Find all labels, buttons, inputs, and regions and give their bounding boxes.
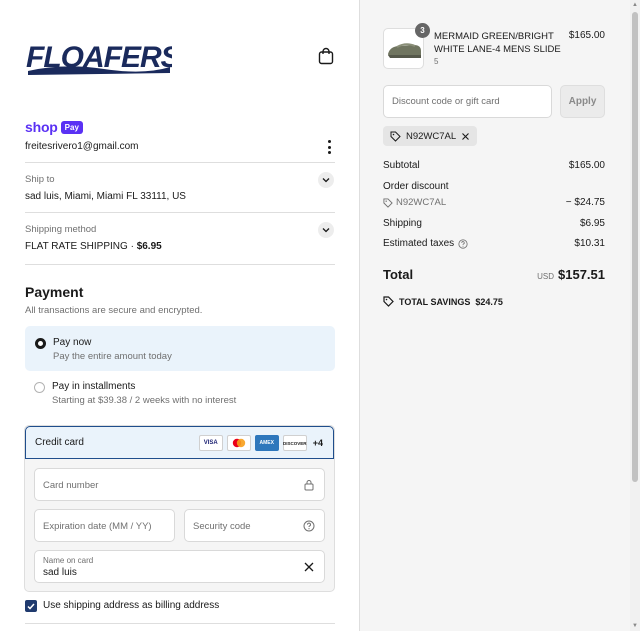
floafers-logo[interactable]: FLOAFERS — [24, 33, 172, 77]
pay-now-radio[interactable] — [35, 338, 46, 349]
expiration-date-field[interactable]: Expiration date (MM / YY) — [34, 509, 175, 542]
applied-discount-chip: N92WC7AL — [383, 126, 478, 146]
total-savings-label: TOTAL SAVINGS — [399, 296, 471, 307]
scrollbar-thumb[interactable] — [632, 12, 638, 482]
tag-icon — [390, 131, 401, 142]
shipping-value: $6.95 — [579, 218, 605, 229]
discount-code-field[interactable] — [383, 85, 552, 118]
payment-subtitle: All transactions are secure and encrypte… — [25, 305, 203, 316]
total-row: Total USD $157.51 — [383, 266, 605, 284]
pay-installments-option[interactable]: Pay in installments Starting at $39.38 /… — [25, 371, 335, 416]
discount-code-info: N92WC7AL — [383, 197, 446, 208]
more-options-icon[interactable] — [326, 140, 332, 154]
credit-card-label: Credit card — [35, 437, 84, 448]
pay-now-option[interactable]: Pay now Pay the entire amount today — [25, 326, 335, 371]
shop-pay-pay-label: Pay — [60, 120, 83, 134]
pay-installments-title: Pay in installments — [52, 381, 136, 392]
pay-installments-subtitle: Starting at $39.38 / 2 weeks with no int… — [52, 395, 237, 406]
total-label: Total — [383, 267, 414, 282]
billing-address-checkbox[interactable] — [25, 600, 37, 612]
more-card-brands: +4 — [312, 438, 323, 448]
checkout-main: FLOAFERS shop Pay freitesrivero1@gmail.c… — [0, 0, 359, 631]
page-scrollbar[interactable]: ▲ ▼ — [630, 0, 640, 631]
subtotal-value: $165.00 — [568, 160, 605, 171]
taxes-label-wrap: Estimated taxes — [383, 238, 468, 249]
tag-icon — [383, 296, 394, 307]
pay-now-subtitle: Pay the entire amount today — [53, 351, 172, 362]
divider — [25, 212, 335, 213]
ship-to-value: sad luis, Miami, Miami FL 33111, US — [25, 191, 186, 202]
divider — [25, 162, 335, 163]
discount-code-input[interactable] — [384, 86, 551, 117]
discount-code-name: N92WC7AL — [396, 197, 447, 208]
product-name: MERMAID GREEN/BRIGHT WHITE LANE-4 MENS S… — [434, 31, 561, 55]
shop-pay-shop-label: shop — [25, 119, 58, 135]
applied-discount-code: N92WC7AL — [406, 130, 457, 142]
amex-icon: AMEX — [254, 435, 279, 451]
product-variant: 5 — [434, 57, 439, 66]
pay-now-title: Pay now — [53, 337, 92, 348]
card-number-placeholder: Card number — [43, 480, 99, 491]
payment-title: Payment — [25, 284, 84, 300]
ship-to-chevron-down-icon[interactable] — [318, 172, 334, 188]
clear-close-icon[interactable] — [303, 561, 315, 573]
taxes-label: Estimated taxes — [383, 238, 455, 249]
name-on-card-label: Name on card — [43, 556, 94, 565]
visa-icon: VISA — [198, 435, 223, 451]
security-code-field[interactable]: Security code — [184, 509, 325, 542]
help-circle-icon[interactable] — [303, 520, 315, 532]
credit-card-header[interactable]: Credit card VISA AMEX DISCOVER +4 — [25, 426, 334, 459]
security-code-placeholder: Security code — [193, 521, 251, 532]
total-value: $157.51 — [558, 267, 605, 282]
ship-to-label: Ship to — [25, 174, 55, 185]
discover-icon: DISCOVER — [282, 435, 307, 451]
taxes-value: $10.31 — [574, 238, 605, 249]
card-number-field[interactable]: Card number — [34, 468, 325, 501]
lock-icon — [304, 480, 314, 491]
subtotal-label: Subtotal — [383, 160, 420, 171]
scroll-up-icon[interactable]: ▲ — [632, 2, 638, 8]
total-savings-value: $24.75 — [475, 296, 503, 307]
tag-icon — [383, 197, 393, 208]
shipping-method-price: $6.95 — [136, 241, 162, 252]
product-price: $165.00 — [568, 30, 605, 41]
shop-pay-badge: shop Pay — [25, 119, 83, 135]
credit-card-section: Credit card VISA AMEX DISCOVER +4 Card n… — [24, 425, 335, 592]
pay-installments-radio[interactable] — [34, 382, 45, 393]
apply-discount-button[interactable]: Apply — [560, 85, 605, 118]
remove-discount-close-icon[interactable] — [461, 132, 470, 141]
mastercard-icon — [226, 435, 251, 451]
shipping-method-name: FLAT RATE SHIPPING · — [25, 241, 137, 252]
name-on-card-value: sad luis — [43, 567, 77, 578]
subtotal-row: Subtotal $165.00 — [383, 160, 605, 171]
billing-address-label: Use shipping address as billing address — [43, 600, 220, 611]
divider — [25, 264, 335, 265]
name-on-card-field[interactable]: Name on card sad luis — [34, 550, 325, 583]
discount-value: − $24.75 — [565, 197, 605, 208]
help-circle-icon[interactable] — [458, 238, 468, 249]
taxes-row: Estimated taxes $10.31 — [383, 238, 605, 249]
shipping-method-chevron-down-icon[interactable] — [318, 222, 334, 238]
discount-code-row: N92WC7AL − $24.75 — [383, 197, 605, 208]
shipping-label: Shipping — [383, 218, 422, 229]
scroll-down-icon[interactable]: ▼ — [632, 623, 638, 629]
account-email: freitesrivero1@gmail.com — [25, 141, 139, 152]
order-discount-row: Order discount — [383, 181, 605, 192]
total-currency: USD — [537, 272, 554, 281]
shopping-bag-icon[interactable] — [318, 47, 334, 65]
card-brands: VISA AMEX DISCOVER +4 — [198, 435, 323, 451]
quantity-badge: 3 — [415, 23, 430, 38]
shipping-row: Shipping $6.95 — [383, 218, 605, 229]
shipping-method-label: Shipping method — [25, 224, 97, 235]
shipping-method-value: FLAT RATE SHIPPING · $6.95 — [25, 241, 162, 252]
expiration-date-placeholder: Expiration date (MM / YY) — [43, 521, 152, 532]
checkmark-icon — [27, 603, 35, 610]
total-savings: TOTAL SAVINGS $24.75 — [383, 296, 503, 307]
divider — [25, 623, 335, 624]
order-discount-label: Order discount — [383, 181, 449, 192]
